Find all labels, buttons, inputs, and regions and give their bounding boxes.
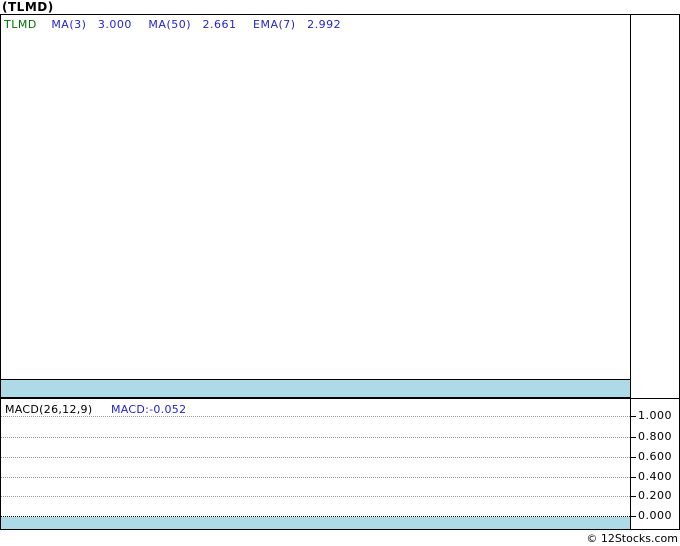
y-tick-label: 0.400: [638, 470, 672, 483]
macd-params-label: MACD(26,12,9): [5, 403, 93, 416]
tick-mark-icon: [631, 415, 636, 417]
ma50-value: 2.661: [202, 18, 237, 31]
gridline-1.000: [1, 416, 630, 417]
tick-mark-icon: [631, 456, 636, 458]
y-axis-tick: 0.600: [631, 450, 672, 463]
ma3-label: MA(3): [51, 18, 87, 31]
ema7-label: EMA(7): [253, 18, 296, 31]
tick-mark-icon: [631, 515, 636, 517]
macd-bottom-strip: [1, 517, 630, 529]
volume-strip: [1, 379, 630, 398]
ma3-value: 3.000: [97, 18, 132, 31]
price-plot-area: TLMD MA(3) 3.000 MA(50) 2.661 EMA(7) 2.9…: [1, 15, 631, 398]
gridline-0.800: [1, 437, 630, 438]
gridline-0.600: [1, 457, 630, 458]
macd-axis-gutter: 1.000 0.800 0.600 0.400 0.200 0.000: [631, 399, 679, 529]
y-tick-label: 0.000: [638, 509, 672, 522]
price-legend: TLMD MA(3) 3.000 MA(50) 2.661 EMA(7) 2.9…: [1, 15, 630, 31]
y-tick-label: 0.800: [638, 430, 672, 443]
gridline-0.400: [1, 477, 630, 478]
price-axis-gutter: [631, 15, 679, 398]
gridline-0.200: [1, 496, 630, 497]
y-tick-label: 0.600: [638, 450, 672, 463]
tick-mark-icon: [631, 495, 636, 497]
ma50-label: MA(50): [148, 18, 192, 31]
page-title: (TLMD): [2, 0, 54, 14]
y-tick-label: 1.000: [638, 409, 672, 422]
y-tick-label: 0.200: [638, 489, 672, 502]
price-panel: TLMD MA(3) 3.000 MA(50) 2.661 EMA(7) 2.9…: [1, 15, 679, 399]
y-axis-tick: 0.800: [631, 430, 672, 443]
macd-value-label: MACD:-0.052: [110, 403, 187, 416]
price-plot-empty-area: [1, 31, 630, 379]
y-axis-tick: 1.000: [631, 409, 672, 422]
macd-legend: MACD(26,12,9) MACD:-0.052: [5, 403, 186, 416]
y-axis-tick: 0.000: [631, 509, 672, 522]
ema7-value: 2.992: [307, 18, 342, 31]
ticker-symbol: TLMD: [4, 18, 37, 31]
y-axis-tick: 0.200: [631, 489, 672, 502]
tick-mark-icon: [631, 436, 636, 438]
macd-plot-area: MACD(26,12,9) MACD:-0.052: [1, 399, 631, 529]
macd-panel: MACD(26,12,9) MACD:-0.052 1.000 0.800 0.…: [1, 399, 679, 529]
tick-mark-icon: [631, 476, 636, 478]
y-axis-tick: 0.400: [631, 470, 672, 483]
copyright-link[interactable]: © 12Stocks.com: [0, 531, 678, 546]
chart-frame: TLMD MA(3) 3.000 MA(50) 2.661 EMA(7) 2.9…: [0, 14, 680, 530]
